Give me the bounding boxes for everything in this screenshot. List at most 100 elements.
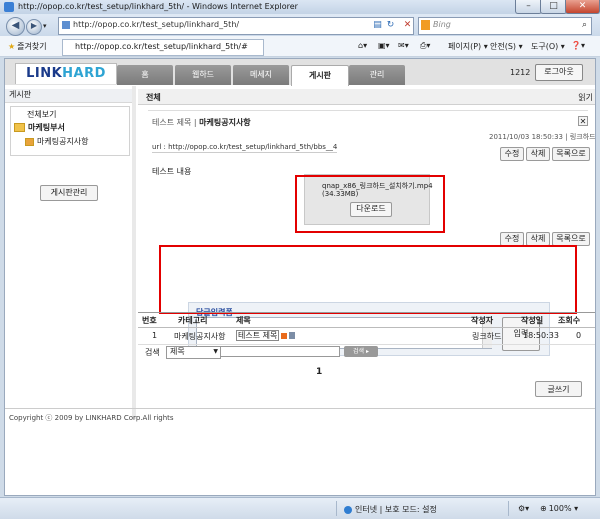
search-bar: 검색 제목 ▼ 검색 ▸ [138,346,595,360]
sidebar-item-marketing-notice[interactable]: 마케팅공지사항 [25,136,89,147]
safety-menu[interactable]: 안전(S) ▾ [490,41,523,52]
post-content: 테스트 내용 [152,167,192,176]
row-author: 링크하드 [472,332,502,341]
row-views: 0 [576,331,582,340]
address-text: http://opop.co.kr/test_setup/linkhard_5t… [73,20,240,29]
compatibility-icon[interactable]: ▤ [372,20,383,31]
table-header-row: 번호 카테고리 제목 작성자 작성일 조회수 [138,312,595,328]
search-keyword-input[interactable] [220,346,340,357]
favorites-label: 즐겨찾기 [17,42,47,51]
protected-mode-icon[interactable]: ⚙▾ [518,504,529,513]
page-icon [62,21,70,29]
bing-icon [421,20,430,30]
list-button[interactable]: 목록으로 [552,147,590,161]
col-author: 작성자 [471,316,494,325]
security-zone[interactable]: 인터넷 | 보호 모드: 설정 [344,504,437,515]
logout-button[interactable]: 로그아웃 [535,64,583,81]
favorites-bar: ★ 즐겨찾기 http://opop.co.kr/test_setup/linkh… [0,36,600,57]
table-row[interactable]: 1 마케팅공지사항 테스트 제목 링크하드 18:50:33 0 [138,327,595,345]
sidebar-item-view-all[interactable]: 전체보기 [27,109,56,120]
sidebar-divider [132,86,136,419]
status-divider [336,501,337,516]
linkhard-logo[interactable]: LINKHARD [15,63,117,84]
forward-button[interactable]: ▶ [26,19,42,35]
new-icon [281,332,288,339]
col-no: 번호 [142,316,157,325]
post-meta: 2011/10/03 18:50:33 | 링크하드 [489,133,596,141]
search-placeholder: Bing [433,20,451,29]
nav-tab-webhard[interactable]: 웹하드 [175,65,231,85]
attachment-highlight [295,175,445,233]
browser-tab[interactable]: http://opop.co.kr/test_setup/linkhard_5t… [62,39,264,56]
zoom-level[interactable]: ⊕ 100% ▾ [540,504,578,513]
feeds-icon[interactable]: ▣▾ [378,41,390,50]
status-bar: 인터넷 | 보호 모드: 설정 ⚙▾ ⊕ 100% ▾ [0,497,600,519]
minimize-button[interactable]: – [515,0,542,14]
back-button[interactable]: ◀ [6,17,25,36]
maximize-button[interactable]: □ [540,0,567,14]
tab-title: http://opop.co.kr/test_setup/linkhard_5t… [75,42,248,51]
app-header: LINKHARD 홈 웹하드 메세지 게시판 관리 1212 로그아웃 [5,59,595,86]
post-title-text: 테스트 제목 [152,118,192,127]
write-button[interactable]: 글쓰기 [535,381,582,397]
edit-button-bottom[interactable]: 수정 [500,232,524,246]
favorites-button[interactable]: ★ 즐겨찾기 [8,41,47,52]
web-page: LINKHARD 홈 웹하드 메세지 게시판 관리 1212 로그아웃 게시판 … [4,58,596,496]
status-divider-2 [508,501,509,516]
content-header-title: 전체 [146,93,161,102]
nav-tab-board[interactable]: 게시판 [291,65,349,86]
print-icon[interactable]: ⎙▾ [420,41,430,51]
help-menu[interactable]: ❓▾ [571,41,585,50]
delete-button-bottom[interactable]: 삭제 [526,232,550,246]
folder-icon [14,123,25,132]
stop-icon[interactable]: ✕ [402,20,413,31]
globe-icon [344,505,352,514]
row-title: 테스트 제목 [236,330,280,341]
nav-tab-home[interactable]: 홈 [117,65,173,85]
zone-text: 인터넷 | 보호 모드: 설정 [355,505,437,514]
close-post-icon[interactable]: ✕ [578,116,588,126]
search-button[interactable]: 검색 ▸ [344,346,378,357]
attachment-icon [289,332,296,339]
page-menu[interactable]: 페이지(P) ▾ [448,41,488,52]
sidebar-item-marketing-folder[interactable]: 마케팅부서 [14,122,65,133]
edit-button[interactable]: 수정 [500,147,524,161]
home-icon[interactable]: ⌂▾ [358,41,367,50]
window-title: http://opop.co.kr/test_setup/linkhard_5t… [18,2,298,11]
zoom-icon: ⊕ [540,504,547,513]
page-number[interactable]: 1 [316,367,322,377]
copyright: Copyright ⓒ 2009 by LINKHARD Corp.All ri… [9,414,174,422]
mail-icon[interactable]: ✉▾ [398,41,409,50]
subfolder-label: 마케팅공지사항 [37,137,89,146]
address-input[interactable]: http://opop.co.kr/test_setup/linkhard_5t… [58,17,414,35]
row-category: 마케팅공지사항 [174,332,226,341]
search-input[interactable]: Bing [418,17,592,35]
refresh-icon[interactable]: ↻ [385,20,396,31]
col-category: 카테고리 [178,316,208,325]
board-manage-button[interactable]: 게시판관리 [40,185,98,201]
nav-tab-message[interactable]: 메세지 [233,65,289,85]
delete-button[interactable]: 삭제 [526,147,550,161]
row-date: 18:50:33 [523,331,559,340]
chevron-down-icon: ▼ [213,348,218,355]
tools-menu[interactable]: 도구(O) ▾ [531,41,565,52]
close-window-button[interactable]: ✕ [565,0,600,14]
search-magnifier-icon[interactable]: ⌕ [579,20,590,31]
history-dropdown-icon[interactable]: ▾ [43,22,47,30]
row-title-link[interactable]: 테스트 제목 [236,330,296,341]
star-icon: ★ [8,42,16,51]
footer-divider [5,408,595,409]
nav-tab-admin[interactable]: 관리 [349,65,405,85]
search-field-select[interactable]: 제목 ▼ [166,346,221,359]
search-field-value: 제목 [170,347,185,356]
ie-icon [4,2,14,12]
user-count: 1212 [510,68,531,77]
reply-highlight [159,245,577,314]
logo-text-a: LINK [26,66,63,81]
sidebar: 게시판 전체보기 마케팅부서 마케팅공지사항 게시판관리 [5,86,136,419]
address-toolbar: ◀ ▶ ▾ http://opop.co.kr/test_setup/linkh… [0,14,600,36]
read-mode-label: 읽기 [578,93,593,102]
list-button-bottom[interactable]: 목록으로 [552,232,590,246]
search-label: 검색 [145,348,160,357]
row-no: 1 [152,331,158,340]
